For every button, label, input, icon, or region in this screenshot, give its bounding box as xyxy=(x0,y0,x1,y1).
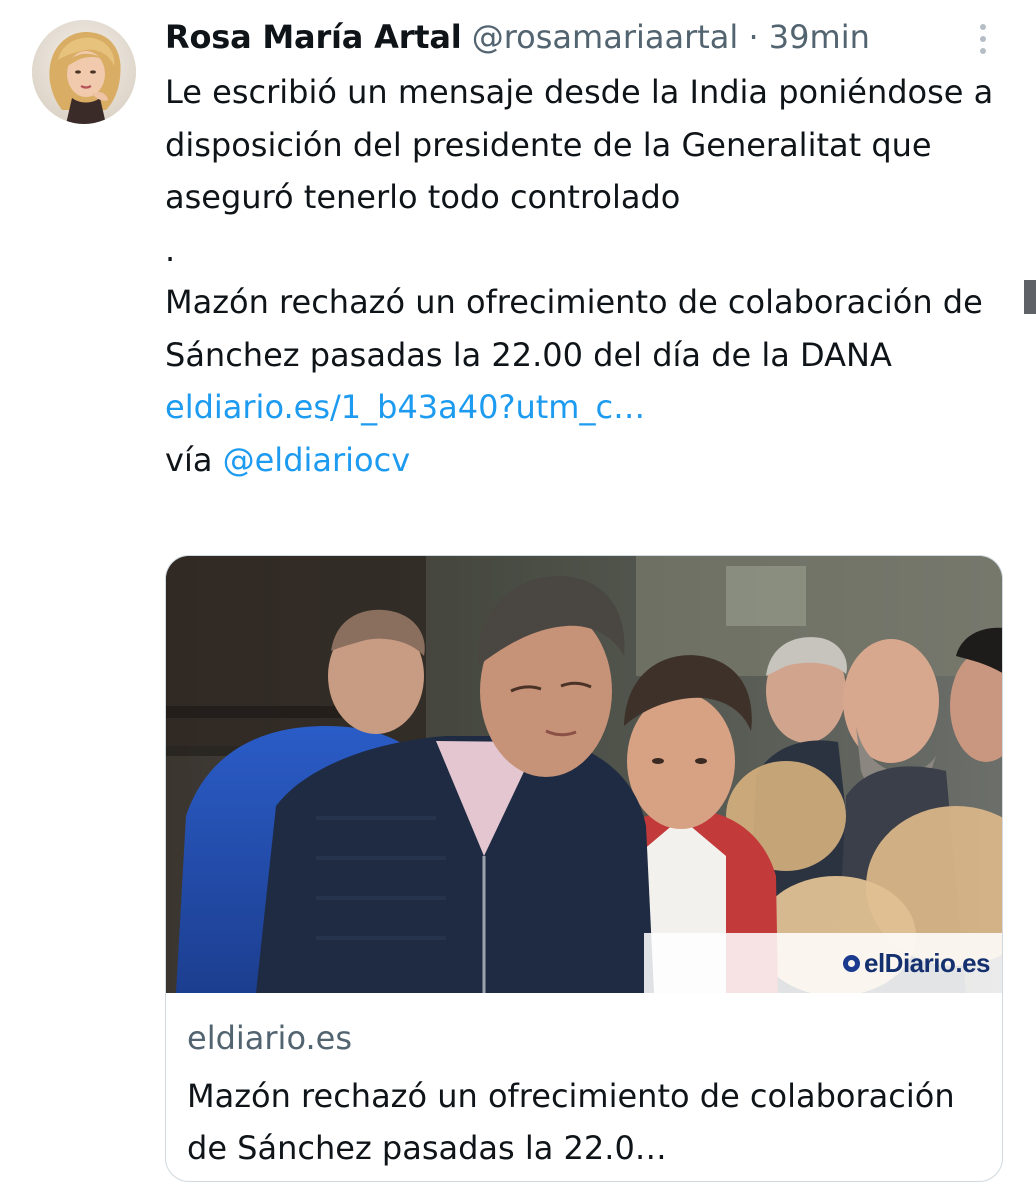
author-name[interactable]: Rosa María Artal xyxy=(165,18,462,56)
eldiario-logo-icon xyxy=(842,954,860,972)
link-preview-image[interactable]: elDiario.es xyxy=(166,556,1002,993)
tweet-header: Rosa María Artal @rosamariaartal · 39min xyxy=(165,14,965,62)
header-separator: · xyxy=(748,18,759,56)
author-handle[interactable]: @rosamariaartal xyxy=(472,18,739,56)
more-vertical-icon[interactable] xyxy=(970,18,998,60)
via-label: vía xyxy=(165,440,213,479)
image-watermark: elDiario.es xyxy=(644,933,1002,993)
tweet-headline: Mazón rechazó un ofrecimiento de colabor… xyxy=(165,283,983,374)
tweet[interactable]: Rosa María Artal @rosamariaartal · 39min… xyxy=(0,0,1036,1200)
link-preview-card[interactable]: elDiario.es eldiario.es Mazón rechazó un… xyxy=(165,555,1003,1182)
tweet-timestamp[interactable]: 39min xyxy=(769,18,870,56)
card-domain[interactable]: eldiario.es xyxy=(187,1016,352,1060)
tweet-paragraph: . xyxy=(165,230,176,269)
tweet-paragraph: vía @eldiariocv xyxy=(165,434,1015,487)
tweet-link[interactable]: eldiario.es/1_b43a40?utm_c… xyxy=(165,388,645,426)
card-title[interactable]: Mazón rechazó un ofrecimiento de colabor… xyxy=(187,1070,987,1174)
tweet-paragraph: Le escribió un mensaje desde la India po… xyxy=(165,73,994,216)
profile-avatar[interactable] xyxy=(32,20,136,124)
tweet-paragraph: Mazón rechazó un ofrecimiento de colabor… xyxy=(165,276,1015,434)
tweet-text: Le escribió un mensaje desde la India po… xyxy=(165,66,1015,486)
watermark-text: elDiario.es xyxy=(863,947,991,978)
scrollbar-thumb[interactable] xyxy=(1024,280,1036,314)
mention-link[interactable]: @eldiariocv xyxy=(223,441,411,479)
